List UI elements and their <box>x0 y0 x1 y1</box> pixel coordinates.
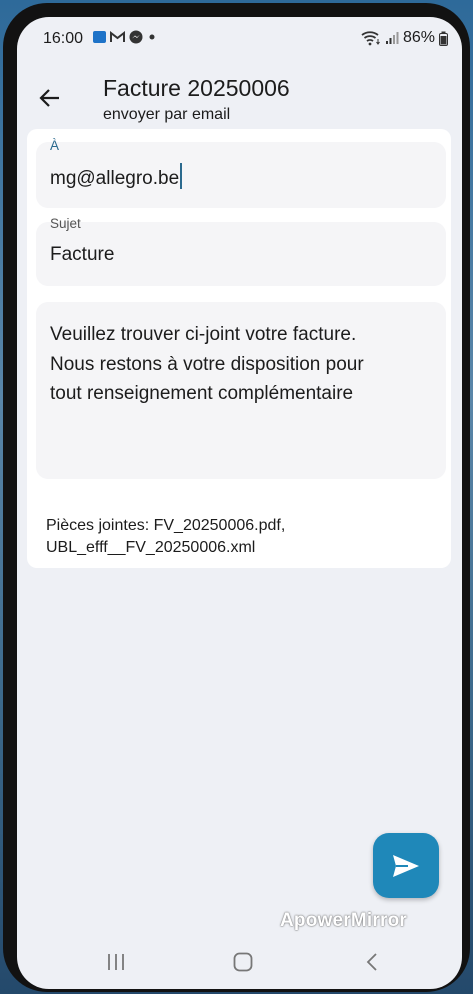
attachments-info: Pièces jointes: FV_20250006.pdf, UBL_eff… <box>46 515 426 559</box>
recent-apps-icon <box>108 954 124 970</box>
status-bar: 16:00 86% <box>17 17 462 59</box>
page-title: Facture 20250006 <box>103 75 290 101</box>
system-nav-bar <box>17 933 462 989</box>
more-notifications-dot-icon <box>149 34 155 40</box>
to-field[interactable]: À mg@allegro.be <box>36 138 446 208</box>
message-field[interactable]: Veuillez trouver ci-joint votre facture.… <box>36 302 446 479</box>
message-line: tout renseignement complémentaire <box>50 383 354 404</box>
outlook-icon <box>93 31 106 43</box>
home-button[interactable] <box>223 947 263 977</box>
subject-input-value[interactable]: Facture <box>50 244 114 266</box>
subject-label: Sujet <box>50 216 81 231</box>
back-button[interactable] <box>37 85 63 111</box>
attachments-line: Pièces jointes: FV_20250006.pdf, <box>46 517 286 534</box>
page-subtitle: envoyer par email <box>103 106 231 123</box>
signal-icon <box>385 32 399 44</box>
text-cursor <box>180 163 183 189</box>
message-line: Nous restons à votre disposition pour <box>50 353 364 375</box>
send-button[interactable] <box>373 833 439 898</box>
app-bar: Facture 20250006 envoyer par email <box>17 59 462 129</box>
battery-icon <box>439 31 448 46</box>
message-body[interactable]: Veuillez trouver ci-joint votre facture.… <box>50 320 440 409</box>
messenger-icon <box>129 30 143 44</box>
to-input-value[interactable]: mg@allegro.be <box>50 163 183 190</box>
home-icon <box>233 952 253 972</box>
arrow-back-icon <box>39 89 59 107</box>
notification-icons <box>93 30 157 44</box>
system-back-button[interactable] <box>352 947 392 977</box>
to-text: mg@allegro.be <box>50 168 180 189</box>
gmail-icon <box>110 31 125 42</box>
subject-field[interactable]: Sujet Facture <box>36 216 446 286</box>
status-time: 16:00 <box>43 30 84 47</box>
send-icon <box>393 854 419 877</box>
wifi-icon <box>361 31 380 46</box>
attachments-line: UBL_efff__FV_20250006.xml <box>46 539 256 556</box>
email-form-card: À mg@allegro.be Sujet Facture Veuillez t… <box>27 129 451 568</box>
message-line: Veuillez trouver ci-joint votre facture. <box>50 324 357 345</box>
battery-percent: 86% <box>402 29 435 46</box>
watermark: ApowerMirror <box>280 910 407 931</box>
chevron-left-icon <box>366 953 377 971</box>
to-label: À <box>50 138 60 153</box>
recent-apps-button[interactable] <box>96 947 136 977</box>
status-right: 86% <box>361 29 448 47</box>
